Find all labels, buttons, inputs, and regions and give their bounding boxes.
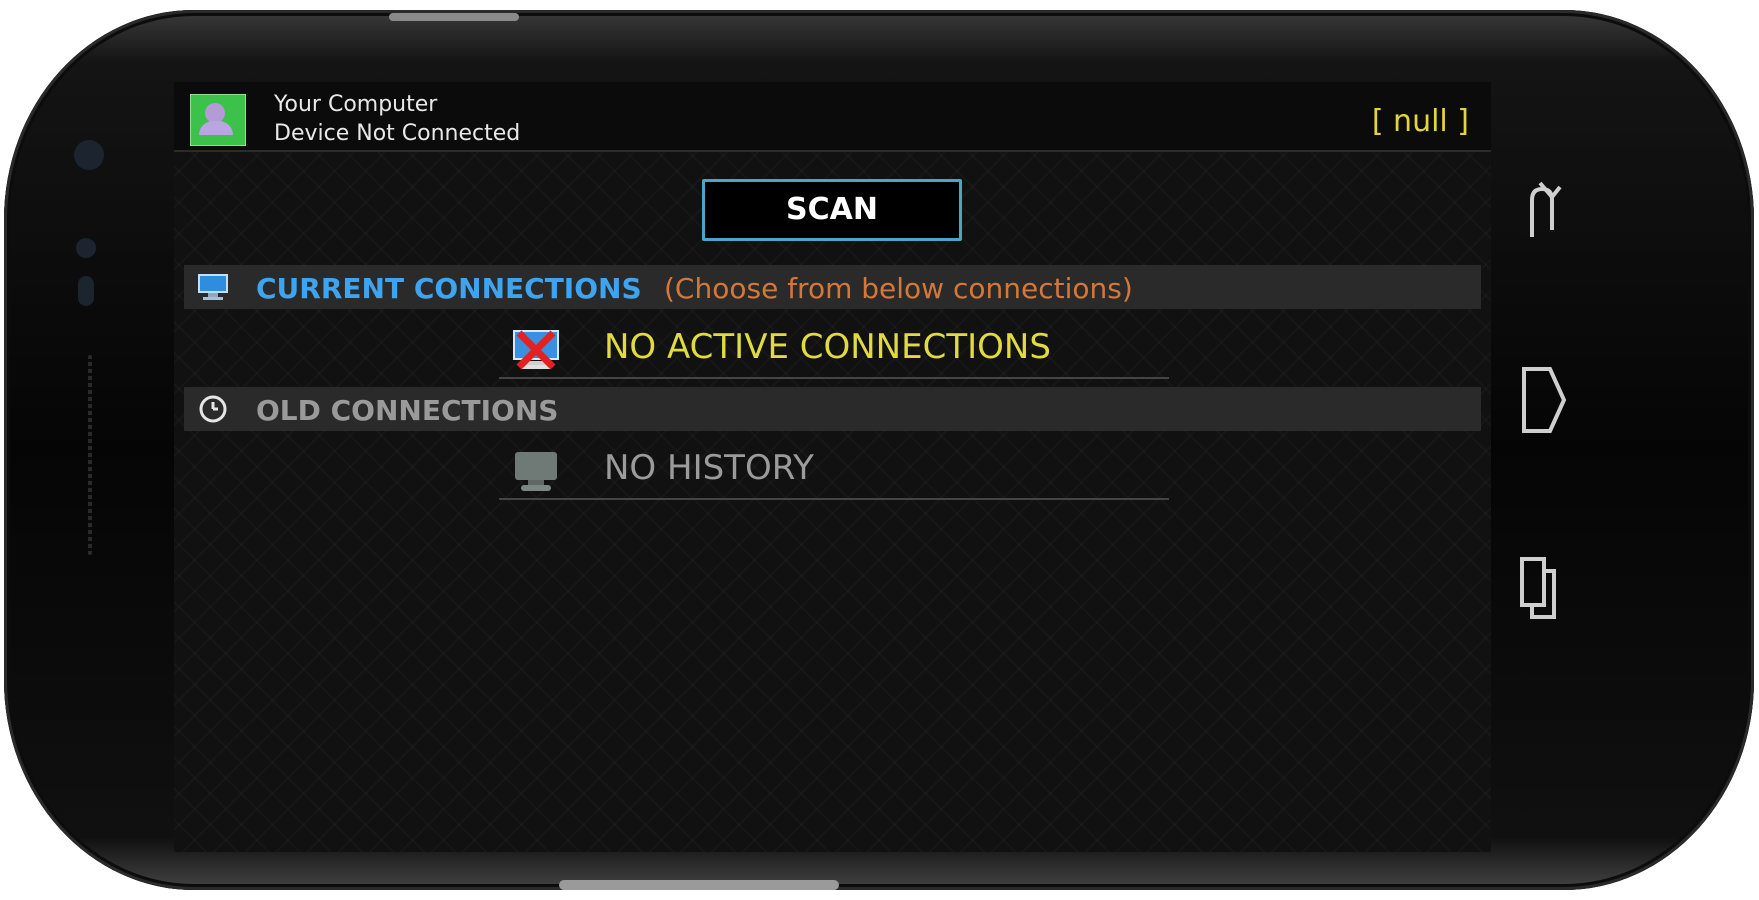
- connection-status: Device Not Connected: [274, 121, 521, 146]
- power-button: [389, 13, 519, 21]
- no-active-connections-row: NO ACTIVE CONNECTIONS: [499, 319, 1169, 379]
- proximity-sensor: [76, 238, 96, 258]
- no-history-row: NO HISTORY: [499, 440, 1169, 500]
- light-sensor: [78, 276, 94, 306]
- phone-frame: Your Computer Device Not Connected [ nul…: [4, 10, 1754, 890]
- scan-button[interactable]: SCAN: [702, 179, 962, 241]
- disconnected-monitor-icon: [513, 330, 559, 370]
- phone-bottom-edge: [559, 880, 839, 890]
- person-icon: [190, 94, 246, 146]
- speaker-grille: [88, 355, 92, 555]
- current-connections-hint: (Choose from below connections): [664, 272, 1133, 305]
- home-icon[interactable]: [1512, 365, 1572, 435]
- null-indicator: [ null ]: [1371, 104, 1469, 139]
- no-active-connections-label: NO ACTIVE CONNECTIONS: [604, 327, 1051, 367]
- app-screen: Your Computer Device Not Connected [ nul…: [174, 82, 1491, 852]
- current-connections-header: CURRENT CONNECTIONS (Choose from below c…: [184, 265, 1481, 309]
- monitor-icon: [198, 274, 228, 300]
- old-connections-header: OLD CONNECTIONS: [184, 387, 1481, 431]
- back-icon[interactable]: [1512, 175, 1572, 245]
- clock-icon: [199, 395, 227, 423]
- current-connections-title: CURRENT CONNECTIONS: [256, 272, 642, 305]
- device-name: Your Computer: [274, 92, 438, 117]
- status-bar: Your Computer Device Not Connected [ nul…: [174, 82, 1491, 152]
- monitor-icon: [515, 452, 557, 491]
- recent-apps-icon[interactable]: [1512, 555, 1572, 625]
- no-history-label: NO HISTORY: [604, 448, 814, 488]
- old-connections-title: OLD CONNECTIONS: [256, 394, 559, 427]
- front-camera: [74, 140, 104, 170]
